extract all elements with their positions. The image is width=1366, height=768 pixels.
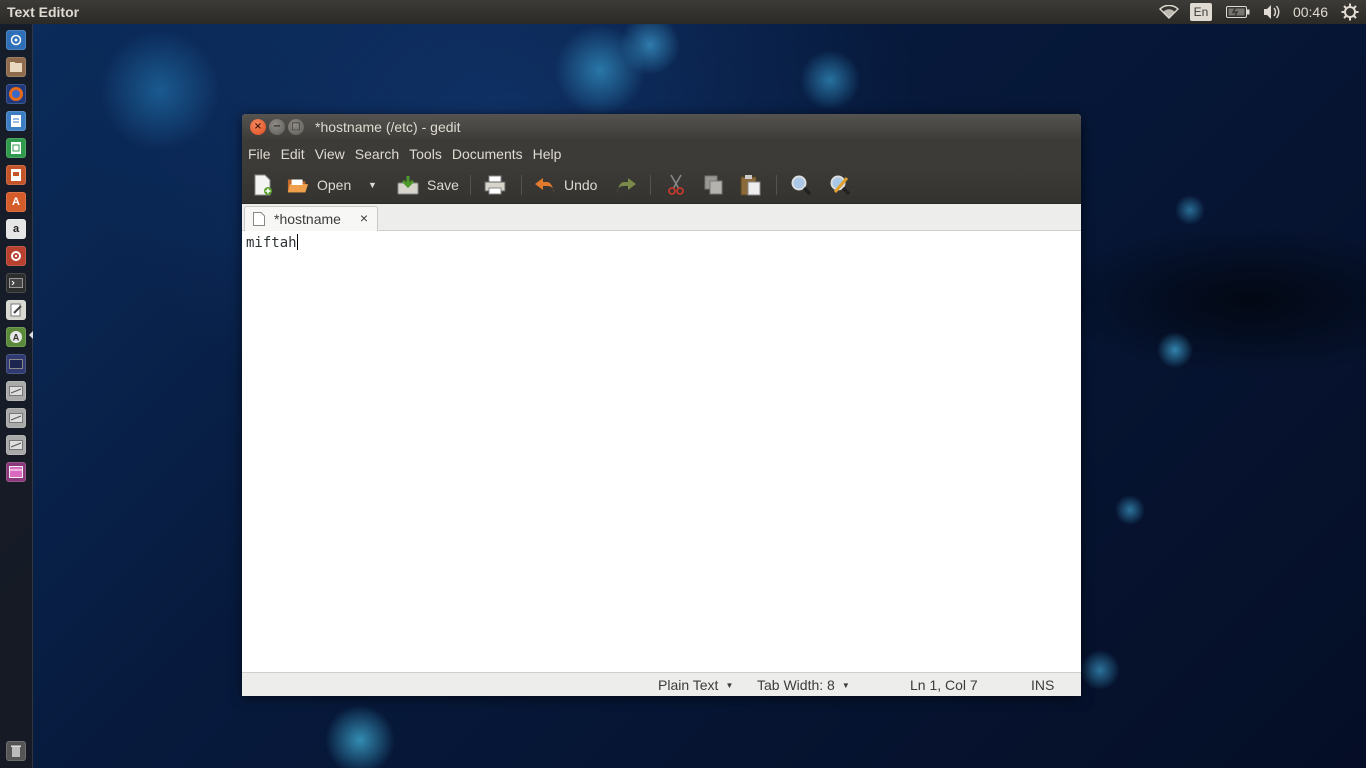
toolbar-separator <box>470 175 471 195</box>
minimize-window-button[interactable]: − <box>269 119 285 135</box>
wifi-icon[interactable] <box>1158 0 1180 24</box>
new-document-button[interactable] <box>252 166 274 204</box>
new-document-icon <box>252 174 274 196</box>
cut-button[interactable] <box>665 166 687 204</box>
close-tab-icon[interactable]: × <box>360 210 368 226</box>
undo-button[interactable]: Undo <box>534 166 597 204</box>
printer-icon <box>484 174 506 196</box>
trash-icon[interactable] <box>6 741 26 761</box>
system-settings-icon[interactable] <box>6 246 26 266</box>
indicator-area: En 00:46 <box>1158 0 1366 24</box>
tab-label: *hostname <box>274 211 341 227</box>
active-launcher-indicator <box>29 331 33 339</box>
find-replace-icon <box>829 174 851 196</box>
minimize-icon: − <box>272 121 282 132</box>
copy-icon <box>703 174 725 196</box>
text-editor-area[interactable]: miftah <box>242 231 1081 672</box>
maximize-window-button[interactable]: □ <box>288 119 304 135</box>
menu-bar: File Edit View Search Tools Documents He… <box>242 141 1081 166</box>
undo-icon <box>534 174 556 196</box>
toolbar: Open ▼ Save Undo <box>242 166 1081 204</box>
drive-icon[interactable] <box>6 408 26 428</box>
mail-icon[interactable] <box>6 354 26 374</box>
menu-edit[interactable]: Edit <box>276 146 310 162</box>
language-label: Plain Text <box>658 677 719 693</box>
battery-icon[interactable] <box>1225 0 1251 24</box>
text-cursor <box>296 234 298 250</box>
document-tab-bar: *hostname × <box>242 204 1081 231</box>
toolbar-separator <box>650 175 651 195</box>
dash-home-icon[interactable] <box>6 30 26 50</box>
folder-open-icon <box>287 174 309 196</box>
tab-width-selector[interactable]: Tab Width: 8 ▼ <box>757 677 850 693</box>
open-label: Open <box>317 177 352 193</box>
tab-width-label: Tab Width: 8 <box>757 677 835 693</box>
drive-icon[interactable] <box>6 435 26 455</box>
chevron-down-icon: ▼ <box>841 680 850 690</box>
files-icon[interactable] <box>6 57 26 77</box>
clock[interactable]: 00:46 <box>1293 0 1328 24</box>
text-editor-icon[interactable] <box>6 300 26 320</box>
insert-mode-indicator: INS <box>1031 677 1054 693</box>
gedit-window: × − □ *hostname (/etc) - gedit File Edit… <box>242 114 1081 696</box>
status-bar: Plain Text ▼ Tab Width: 8 ▼ Ln 1, Col 7 … <box>242 672 1081 696</box>
menu-tools[interactable]: Tools <box>404 146 447 162</box>
amazon-icon[interactable]: a <box>6 219 26 239</box>
insert-mode-label: INS <box>1031 677 1055 693</box>
find-button[interactable] <box>790 166 812 204</box>
open-recent-dropdown[interactable]: ▼ <box>368 166 377 204</box>
open-button[interactable]: Open <box>287 166 351 204</box>
window-titlebar[interactable]: × − □ *hostname (/etc) - gedit <box>242 114 1081 141</box>
cursor-position-label: Ln 1, Col 7 <box>910 677 978 693</box>
impress-icon[interactable] <box>6 165 26 185</box>
drive-icon[interactable] <box>6 381 26 401</box>
paste-icon <box>740 174 762 196</box>
tab-hostname[interactable]: *hostname × <box>244 206 378 231</box>
close-icon: × <box>253 121 263 132</box>
find-replace-button[interactable] <box>829 166 851 204</box>
active-app-title: Text Editor <box>7 4 80 20</box>
terminal-icon[interactable] <box>6 273 26 293</box>
svg-text:A: A <box>13 333 20 343</box>
chevron-down-icon: ▼ <box>725 680 734 690</box>
firefox-icon[interactable] <box>6 84 26 104</box>
menu-file[interactable]: File <box>242 146 276 162</box>
maximize-icon: □ <box>291 121 301 132</box>
document-text: miftah <box>246 235 297 251</box>
paste-button[interactable] <box>740 166 762 204</box>
top-panel: Text Editor En 00:46 <box>0 0 1366 24</box>
gear-icon[interactable] <box>1340 0 1360 24</box>
copy-button[interactable] <box>703 166 725 204</box>
volume-icon[interactable] <box>1261 0 1283 24</box>
save-button[interactable]: Save <box>397 166 459 204</box>
save-label: Save <box>427 177 459 193</box>
toolbar-separator <box>776 175 777 195</box>
menu-search[interactable]: Search <box>350 146 404 162</box>
software-center-icon[interactable]: A <box>6 192 26 212</box>
close-window-button[interactable]: × <box>250 119 266 135</box>
redo-icon <box>615 174 637 196</box>
menu-view[interactable]: View <box>310 146 350 162</box>
editor-content[interactable]: miftah <box>246 234 298 251</box>
scissors-icon <box>665 174 687 196</box>
calc-icon[interactable] <box>6 138 26 158</box>
file-icon <box>253 212 265 226</box>
toolbar-separator <box>521 175 522 195</box>
redo-button[interactable] <box>615 166 637 204</box>
undo-label: Undo <box>564 177 598 193</box>
keyboard-language-indicator[interactable]: En <box>1189 3 1212 21</box>
software-updater-icon[interactable]: A <box>6 327 26 347</box>
save-icon <box>397 174 419 196</box>
chevron-down-icon: ▼ <box>368 180 377 190</box>
window-title: *hostname (/etc) - gedit <box>315 119 461 135</box>
language-selector[interactable]: Plain Text ▼ <box>658 677 733 693</box>
launcher: A a A <box>0 24 33 768</box>
cursor-position: Ln 1, Col 7 <box>910 677 978 693</box>
menu-help[interactable]: Help <box>528 146 567 162</box>
writer-icon[interactable] <box>6 111 26 131</box>
search-icon <box>790 174 812 196</box>
menu-documents[interactable]: Documents <box>447 146 528 162</box>
print-button[interactable] <box>484 166 506 204</box>
workspace-switcher-icon[interactable] <box>6 462 26 482</box>
